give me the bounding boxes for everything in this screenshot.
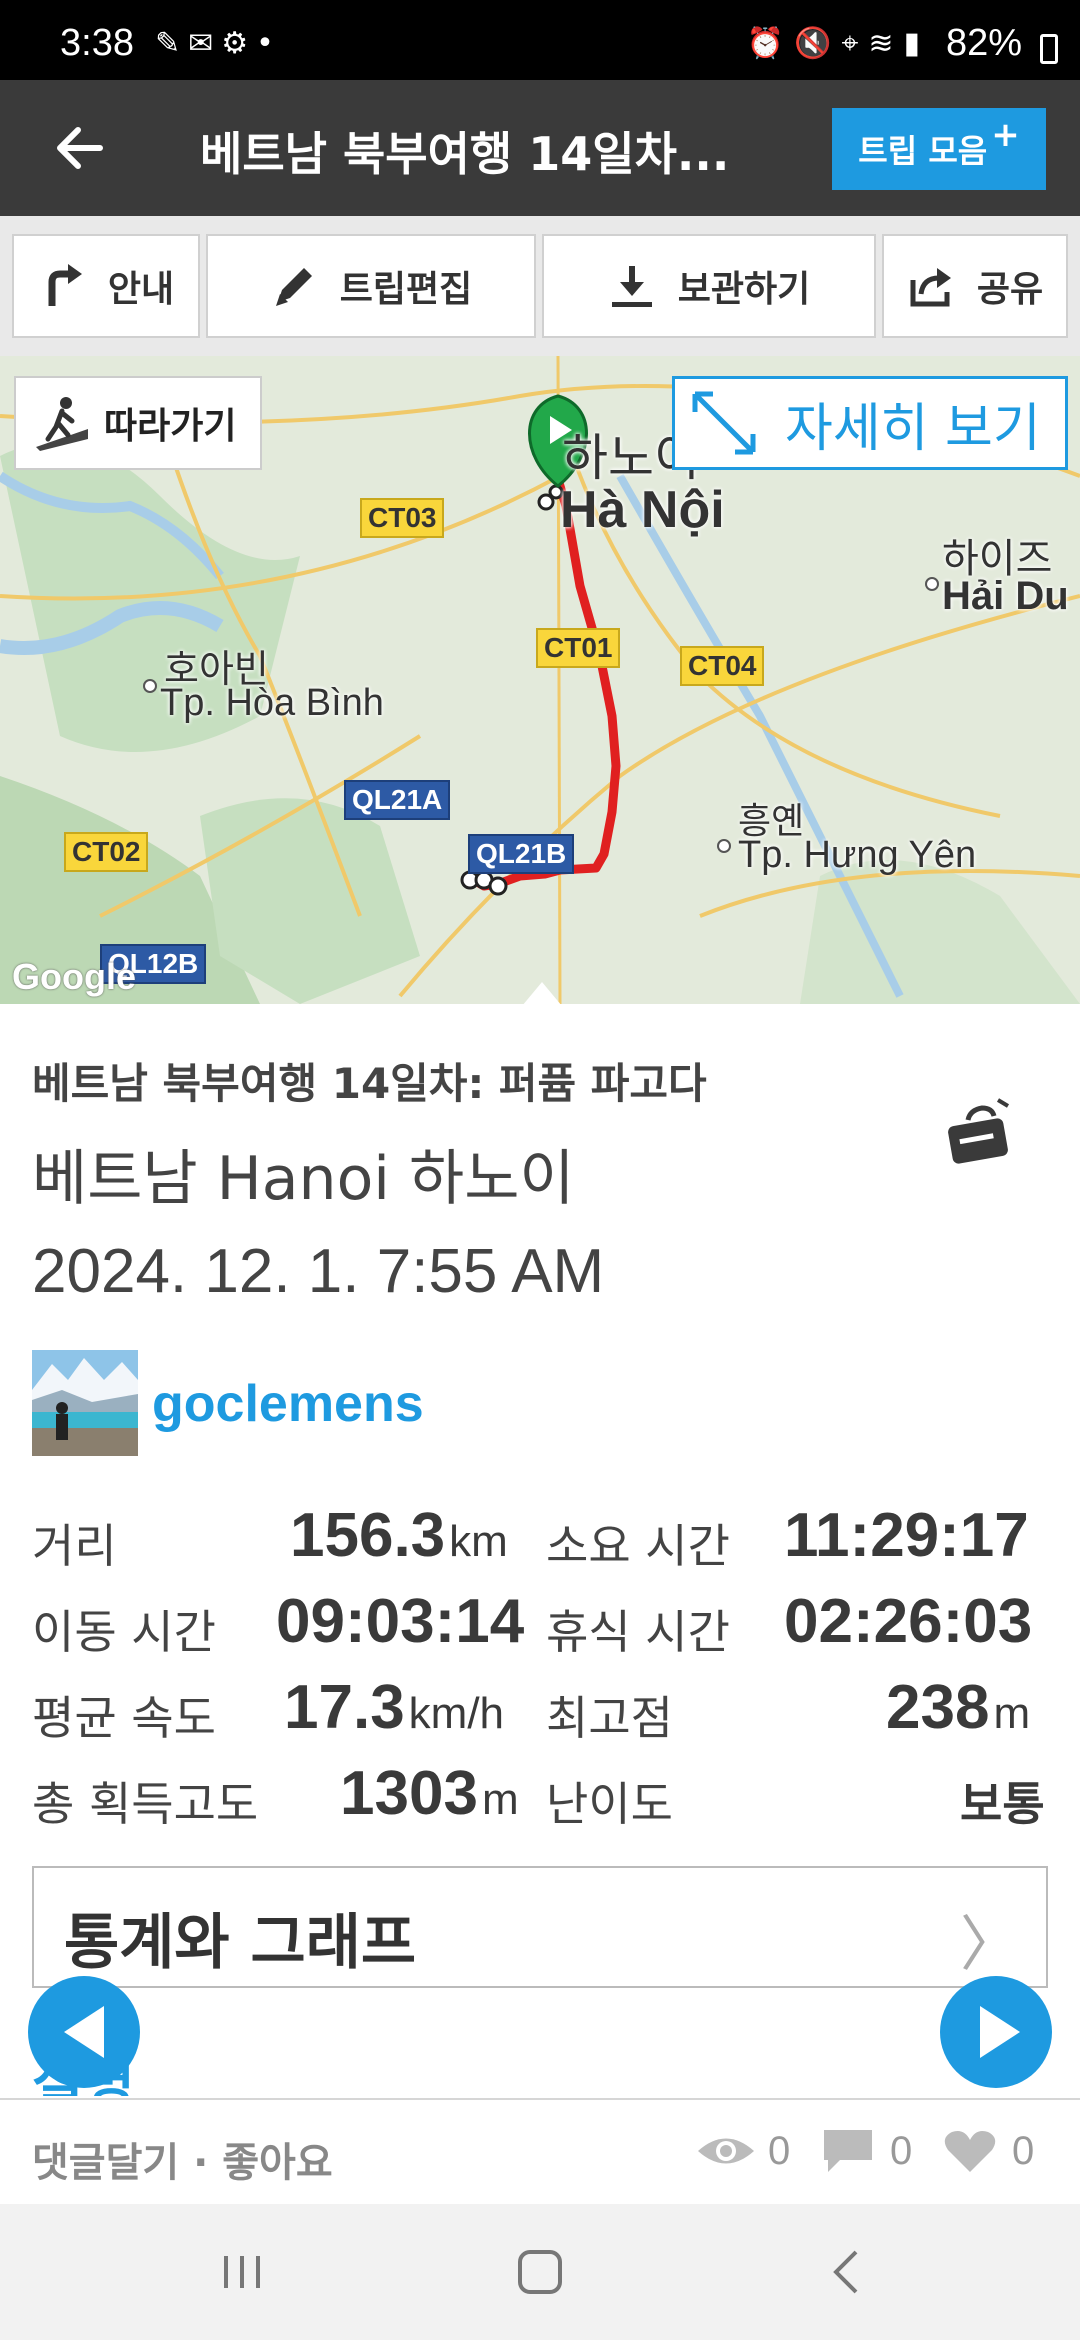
- map-label-hungyen-vi: Tp. Hưng Yên: [738, 834, 977, 876]
- road-shield-ct04: CT04: [680, 646, 765, 686]
- road-shield-ql21a: QL21A: [344, 780, 451, 820]
- pencil-icon: [275, 268, 312, 306]
- heart-icon: [944, 2131, 996, 2172]
- likes-counter: 0: [940, 2126, 1034, 2176]
- distance-value: 156.3km: [290, 1500, 508, 1571]
- share-label: 공유: [976, 269, 1044, 310]
- archive-label: 보관하기: [677, 269, 811, 310]
- expand-icon: [692, 391, 756, 455]
- difficulty-value: 보통: [960, 1777, 1045, 1831]
- page-title: 베트남 북부여행 14일차...: [200, 127, 730, 181]
- map-label-hoabinh-vi: Tp. Hòa Bình: [160, 682, 384, 724]
- plus-icon: +: [991, 115, 1020, 155]
- trip-collection-button[interactable]: 트립 모음 +: [832, 108, 1046, 190]
- moving-time-label: 이동 시간: [32, 1605, 216, 1659]
- rest-time-value: 02:26:03: [784, 1587, 1033, 1656]
- download-icon: [611, 266, 652, 307]
- arrow-left-icon: [57, 127, 103, 169]
- map-pointer: [522, 982, 562, 1004]
- map-label-haiduong-vi: Hải Du: [942, 574, 1069, 618]
- views-counter: 0: [696, 2126, 790, 2176]
- share-button[interactable]: 공유: [882, 234, 1068, 338]
- moving-time-value: 09:03:14: [276, 1587, 525, 1656]
- follow-label: 따라가기: [104, 406, 237, 447]
- username-link[interactable]: goclemens: [152, 1374, 424, 1434]
- distance-unit: km: [449, 1517, 508, 1566]
- road-shield-ql21b: QL21B: [468, 834, 575, 874]
- elevation-gain-number: 1303: [340, 1759, 478, 1828]
- comments-count: 0: [890, 2128, 913, 2173]
- avg-speed-label: 평균 속도: [32, 1691, 216, 1745]
- trip-subtitle: 베트남 북부여행 14일차: 퍼퓸 파고다: [32, 1059, 707, 1108]
- battery-icon: [1040, 34, 1058, 64]
- comment-like-link[interactable]: 댓글달기 · 좋아요: [32, 2130, 333, 2188]
- route-map[interactable]: 하노이 Hà Nội 하이즈 Hải Du 호아빈 Tp. Hòa Bình 흥…: [0, 356, 1080, 1004]
- rest-time-label: 휴식 시간: [546, 1605, 730, 1659]
- battery-percent: 82%: [945, 22, 1022, 64]
- stats-graph-row[interactable]: 통계와 그래프 〉: [32, 1866, 1048, 1988]
- avg-speed-unit: km/h: [408, 1689, 505, 1738]
- road-shield-ct01: CT01: [536, 628, 621, 668]
- max-altitude-number: 238: [886, 1673, 990, 1742]
- next-trip-button[interactable]: [940, 1976, 1052, 2088]
- home-icon[interactable]: [508, 2240, 572, 2304]
- back-nav-icon[interactable]: [816, 2240, 880, 2304]
- hiker-icon: [36, 397, 88, 451]
- guide-label: 안내: [107, 269, 175, 310]
- trip-collection-label: 트립 모음: [858, 132, 988, 170]
- app-header: 베트남 북부여행 14일차... 트립 모음 +: [0, 80, 1080, 216]
- distance-number: 156.3: [290, 1501, 446, 1570]
- previous-trip-button[interactable]: [28, 1976, 140, 2088]
- archive-button[interactable]: 보관하기: [542, 234, 876, 338]
- edit-trip-label: 트립편집: [339, 269, 473, 310]
- notification-icons: ✎✉⚙•: [155, 26, 282, 61]
- edit-trip-button[interactable]: 트립편집: [206, 234, 536, 338]
- detail-view-label: 자세히 보기: [785, 398, 1041, 459]
- road-shield-ct02: CT02: [64, 832, 149, 872]
- back-button[interactable]: [40, 108, 120, 188]
- play-left-icon: [64, 2006, 104, 2058]
- views-count: 0: [768, 2128, 791, 2173]
- elevation-gain-label: 총 획득고도: [32, 1777, 259, 1831]
- comment-icon: [824, 2130, 872, 2172]
- share-icon: [910, 268, 951, 307]
- avatar-image: [32, 1350, 138, 1456]
- trip-date: 2024. 12. 1. 7:55 AM: [32, 1237, 605, 1306]
- max-altitude-value: 238m: [886, 1672, 1030, 1743]
- status-time: 3:38: [60, 22, 134, 64]
- road-shield-ct03: CT03: [360, 498, 445, 538]
- turn-arrow-icon: [48, 264, 82, 306]
- avatar[interactable]: [32, 1350, 138, 1456]
- chevron-right-icon: 〉: [960, 1910, 1020, 1980]
- avg-speed-value: 17.3km/h: [284, 1672, 504, 1743]
- status-bar: 3:38 ✎✉⚙• ⏰🔇⌖≋▮ 82%: [0, 0, 1080, 80]
- recent-apps-icon[interactable]: [210, 2240, 274, 2304]
- stats-graph-label: 통계와 그래프: [64, 1908, 417, 1978]
- difficulty-label: 난이도: [546, 1777, 673, 1831]
- avg-speed-number: 17.3: [284, 1673, 405, 1742]
- engagement-bar: 댓글달기 · 좋아요 0 0 0: [0, 2098, 1080, 2204]
- max-altitude-unit: m: [993, 1689, 1031, 1738]
- trip-location: 베트남 Hanoi 하노이: [32, 1144, 575, 1214]
- elevation-gain-unit: m: [481, 1775, 519, 1824]
- guide-button[interactable]: 안내: [12, 234, 200, 338]
- elevation-gain-value: 1303m: [340, 1758, 519, 1829]
- detail-view-button[interactable]: 자세히 보기: [672, 376, 1068, 470]
- google-logo: Google: [12, 956, 136, 997]
- likes-count: 0: [1012, 2128, 1035, 2173]
- system-status-icons: ⏰🔇⌖≋▮: [746, 26, 930, 61]
- play-right-icon: [980, 2006, 1020, 2058]
- map-label-hanoi-vi: Hà Nội: [560, 481, 725, 539]
- action-toolbar: 안내 트립편집 보관하기 공유: [0, 216, 1080, 356]
- eye-icon: [698, 2138, 754, 2164]
- follow-button[interactable]: 따라가기: [14, 376, 262, 470]
- distance-label: 거리: [32, 1519, 117, 1573]
- duration-label: 소요 시간: [546, 1519, 730, 1573]
- comments-counter: 0: [818, 2126, 912, 2176]
- system-navigation-bar: [0, 2204, 1080, 2340]
- max-altitude-label: 최고점: [546, 1691, 673, 1745]
- luggage-icon: [948, 1098, 1010, 1164]
- duration-value: 11:29:17: [784, 1501, 1029, 1570]
